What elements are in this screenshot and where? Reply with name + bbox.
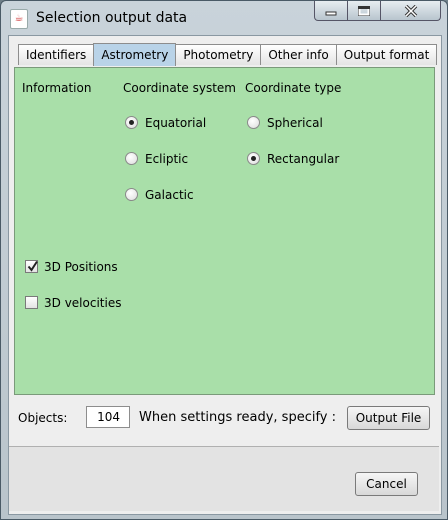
tab-identifiers[interactable]: Identifiers xyxy=(18,44,95,65)
output-file-button[interactable]: Output File xyxy=(347,406,430,430)
cancel-button[interactable]: Cancel xyxy=(355,472,418,496)
tab-astrometry[interactable]: Astrometry xyxy=(93,43,177,66)
3d-velocities-checkbox[interactable] xyxy=(25,296,38,309)
information-heading: Information xyxy=(22,81,92,95)
coord-system-heading: Coordinate system xyxy=(123,81,236,95)
minimize-button[interactable] xyxy=(314,1,348,21)
objects-label: Objects: xyxy=(18,411,68,425)
radio-selected-dot xyxy=(251,156,256,161)
close-button[interactable] xyxy=(381,1,441,21)
ecliptic-label[interactable]: Ecliptic xyxy=(145,152,188,166)
astrometry-panel xyxy=(14,67,435,395)
maximize-button[interactable] xyxy=(348,1,381,21)
close-icon xyxy=(404,4,417,17)
instruction-text: When settings ready, specify : xyxy=(139,410,337,425)
dialog-window: ☕ Selection output data Identifiers Astr… xyxy=(0,0,448,520)
3d-velocities-label[interactable]: 3D velocities xyxy=(44,296,121,310)
galactic-radio[interactable] xyxy=(125,188,138,201)
ecliptic-radio[interactable] xyxy=(125,152,138,165)
tab-bar: Identifiers Astrometry Photometry Other … xyxy=(18,43,438,66)
rectangular-label[interactable]: Rectangular xyxy=(267,152,339,166)
3d-positions-checkbox[interactable] xyxy=(25,260,38,273)
window-controls xyxy=(314,1,441,21)
window-title: Selection output data xyxy=(36,10,188,26)
checkmark-icon xyxy=(27,260,38,272)
minimize-icon xyxy=(325,11,337,15)
tab-output-format[interactable]: Output format xyxy=(335,44,438,65)
tab-photometry[interactable]: Photometry xyxy=(175,44,262,65)
coord-type-heading: Coordinate type xyxy=(245,81,342,95)
title-bar[interactable]: ☕ Selection output data xyxy=(1,1,447,35)
tab-other-info[interactable]: Other info xyxy=(260,44,337,65)
galactic-label[interactable]: Galactic xyxy=(145,188,194,202)
equatorial-radio[interactable] xyxy=(125,116,138,129)
3d-positions-label[interactable]: 3D Positions xyxy=(44,260,118,274)
radio-selected-dot xyxy=(129,120,134,125)
spherical-label[interactable]: Spherical xyxy=(267,116,323,130)
java-cup-icon: ☕ xyxy=(10,9,28,29)
spherical-radio[interactable] xyxy=(247,116,260,129)
objects-count-field[interactable]: 104 xyxy=(86,406,130,428)
rectangular-radio[interactable] xyxy=(247,152,260,165)
maximize-icon xyxy=(358,5,370,16)
equatorial-label[interactable]: Equatorial xyxy=(145,116,206,130)
